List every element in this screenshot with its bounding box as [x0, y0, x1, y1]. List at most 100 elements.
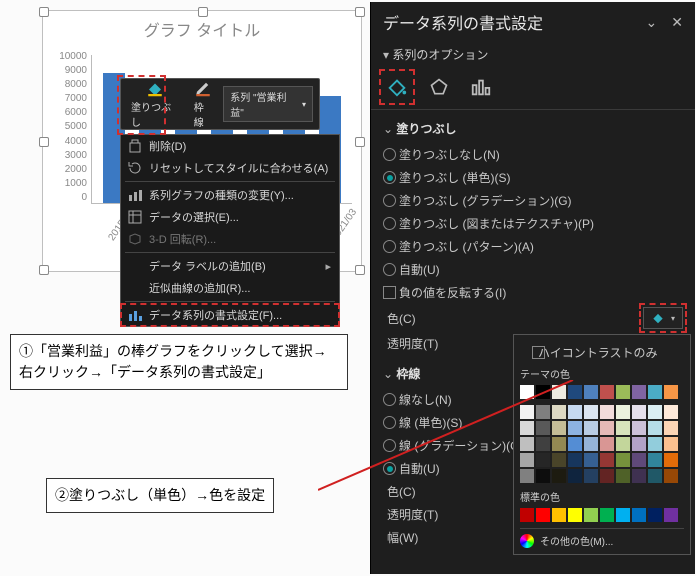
color-swatch[interactable]	[648, 437, 662, 451]
color-swatch[interactable]	[600, 453, 614, 467]
color-swatch[interactable]	[552, 421, 566, 435]
radio-fill-none[interactable]: 塗りつぶしなし(N)	[371, 143, 695, 166]
color-swatch[interactable]	[664, 508, 678, 522]
color-swatch[interactable]	[536, 405, 550, 419]
fill-color-button[interactable]	[643, 307, 683, 329]
color-swatch[interactable]	[632, 421, 646, 435]
series-options-header[interactable]: 系列のオプション	[371, 42, 695, 71]
menu-delete[interactable]: 削除(D)	[121, 135, 339, 157]
resize-handle[interactable]	[355, 265, 365, 275]
menu-add-data-labels[interactable]: データ ラベルの追加(B) ▸	[121, 255, 339, 277]
resize-handle[interactable]	[198, 7, 208, 17]
menu-select-data[interactable]: データの選択(E)...	[121, 206, 339, 228]
color-swatch[interactable]	[584, 385, 598, 399]
color-swatch[interactable]	[520, 453, 534, 467]
checkbox-high-contrast[interactable]: ハイコントラストのみ	[520, 341, 684, 364]
section-fill[interactable]: 塗りつぶし	[371, 110, 695, 143]
color-swatch[interactable]	[536, 469, 550, 483]
more-colors-button[interactable]: その他の色(M)...	[520, 528, 684, 548]
resize-handle[interactable]	[355, 137, 365, 147]
color-swatch[interactable]	[632, 405, 646, 419]
color-swatch[interactable]	[600, 421, 614, 435]
color-swatch[interactable]	[552, 405, 566, 419]
color-swatch[interactable]	[600, 437, 614, 451]
color-swatch[interactable]	[568, 421, 582, 435]
color-swatch[interactable]	[648, 405, 662, 419]
color-swatch[interactable]	[536, 437, 550, 451]
color-swatch[interactable]	[648, 508, 662, 522]
color-swatch[interactable]	[584, 405, 598, 419]
color-swatch[interactable]	[552, 437, 566, 451]
chart-title[interactable]: グラフ タイトル	[43, 17, 361, 41]
color-swatch[interactable]	[616, 405, 630, 419]
color-swatch[interactable]	[648, 469, 662, 483]
color-swatch[interactable]	[520, 469, 534, 483]
color-swatch[interactable]	[616, 508, 630, 522]
color-swatch[interactable]	[536, 453, 550, 467]
color-swatch[interactable]	[552, 469, 566, 483]
tab-effects[interactable]	[425, 73, 453, 101]
color-swatch[interactable]	[520, 437, 534, 451]
color-swatch[interactable]	[664, 469, 678, 483]
checkbox-invert-negative[interactable]: 負の値を反転する(I)	[371, 281, 695, 304]
panel-close-icon[interactable]: ✕	[671, 14, 683, 31]
color-swatch[interactable]	[520, 508, 534, 522]
color-swatch[interactable]	[664, 405, 678, 419]
color-swatch[interactable]	[616, 385, 630, 399]
color-swatch[interactable]	[552, 453, 566, 467]
resize-handle[interactable]	[39, 137, 49, 147]
color-swatch[interactable]	[520, 385, 534, 399]
radio-fill-pattern[interactable]: 塗りつぶし (パターン)(A)	[371, 235, 695, 258]
color-swatch[interactable]	[552, 385, 566, 399]
color-swatch[interactable]	[568, 453, 582, 467]
color-swatch[interactable]	[568, 469, 582, 483]
color-swatch[interactable]	[520, 405, 534, 419]
color-swatch[interactable]	[664, 421, 678, 435]
color-swatch[interactable]	[568, 508, 582, 522]
color-swatch[interactable]	[648, 453, 662, 467]
series-selector[interactable]: 系列 "営業利益"	[223, 86, 313, 122]
color-swatch[interactable]	[632, 453, 646, 467]
color-swatch[interactable]	[584, 469, 598, 483]
color-swatch[interactable]	[648, 421, 662, 435]
color-swatch[interactable]	[632, 469, 646, 483]
color-swatch[interactable]	[600, 469, 614, 483]
tab-fill-line[interactable]	[383, 73, 411, 101]
color-swatch[interactable]	[568, 385, 582, 399]
radio-fill-picture[interactable]: 塗りつぶし (図またはテクスチャ)(P)	[371, 212, 695, 235]
color-swatch[interactable]	[632, 508, 646, 522]
color-swatch[interactable]	[616, 469, 630, 483]
color-swatch[interactable]	[552, 508, 566, 522]
resize-handle[interactable]	[39, 7, 49, 17]
menu-change-chart-type[interactable]: 系列グラフの種類の変更(Y)...	[121, 184, 339, 206]
color-swatch[interactable]	[600, 405, 614, 419]
color-swatch[interactable]	[600, 385, 614, 399]
color-swatch[interactable]	[664, 453, 678, 467]
color-swatch[interactable]	[584, 437, 598, 451]
color-swatch[interactable]	[584, 508, 598, 522]
color-swatch[interactable]	[536, 421, 550, 435]
color-swatch[interactable]	[568, 405, 582, 419]
menu-format-data-series[interactable]: データ系列の書式設定(F)...	[121, 304, 339, 326]
resize-handle[interactable]	[39, 265, 49, 275]
color-swatch[interactable]	[536, 508, 550, 522]
color-swatch[interactable]	[648, 385, 662, 399]
color-swatch[interactable]	[664, 437, 678, 451]
resize-handle[interactable]	[355, 7, 365, 17]
radio-fill-auto[interactable]: 自動(U)	[371, 258, 695, 281]
menu-add-trendline[interactable]: 近似曲線の追加(R)...	[121, 277, 339, 299]
color-swatch[interactable]	[632, 385, 646, 399]
outline-button[interactable]: 枠線	[190, 77, 217, 131]
radio-fill-gradient[interactable]: 塗りつぶし (グラデーション)(G)	[371, 189, 695, 212]
color-swatch[interactable]	[520, 421, 534, 435]
radio-fill-solid[interactable]: 塗りつぶし (単色)(S)	[371, 166, 695, 189]
color-swatch[interactable]	[616, 437, 630, 451]
tab-series-options[interactable]	[467, 73, 495, 101]
menu-reset-style[interactable]: リセットしてスタイルに合わせる(A)	[121, 157, 339, 179]
color-swatch[interactable]	[584, 421, 598, 435]
color-swatch[interactable]	[664, 385, 678, 399]
color-swatch[interactable]	[600, 508, 614, 522]
color-swatch[interactable]	[616, 453, 630, 467]
color-swatch[interactable]	[584, 453, 598, 467]
panel-options-chevron-icon[interactable]: ⌄	[646, 14, 658, 31]
